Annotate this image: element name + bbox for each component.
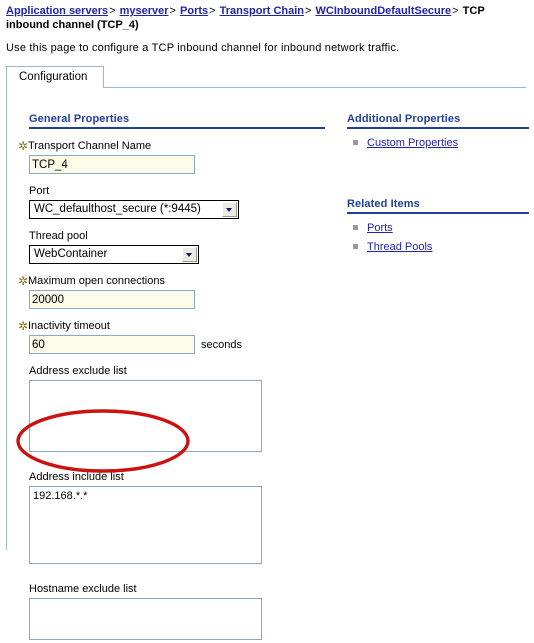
- label-inactivity-timeout: ✲Inactivity timeout: [18, 320, 329, 333]
- breadcrumb-link-myserver[interactable]: myserver: [120, 5, 169, 17]
- field-address-include-list: Address include list 192.168.*.*: [29, 471, 329, 567]
- square-bullet-icon: [353, 244, 358, 249]
- square-bullet-icon: [353, 140, 358, 145]
- breadcrumb-link-application-servers[interactable]: Application servers: [6, 5, 108, 17]
- label-address-include-list: Address include list: [29, 471, 124, 483]
- field-hostname-exclude-list: Hostname exclude list: [29, 583, 329, 643]
- breadcrumb-link-transport-chain[interactable]: Transport Chain: [220, 5, 304, 17]
- required-marker-icon: ✲: [18, 139, 29, 154]
- required-marker-icon: ✲: [18, 274, 29, 289]
- related-items-list: Ports Thread Pools: [347, 221, 533, 254]
- address-include-list-textarea[interactable]: 192.168.*.*: [29, 486, 262, 564]
- chevron-down-icon[interactable]: [222, 202, 237, 217]
- address-exclude-list-textarea[interactable]: [29, 380, 262, 452]
- label-transport-channel-name: ✲Transport Channel Name: [18, 140, 329, 153]
- breadcrumb-separator: >: [109, 5, 116, 17]
- field-address-exclude-list: Address exclude list: [29, 365, 329, 455]
- link-thread-pools[interactable]: Thread Pools: [367, 241, 432, 253]
- hostname-exclude-list-textarea[interactable]: [29, 598, 262, 640]
- list-item: Ports: [347, 221, 533, 235]
- transport-channel-name-input[interactable]: [29, 155, 195, 174]
- label-port: Port: [29, 185, 50, 197]
- breadcrumb-separator: >: [169, 5, 176, 17]
- breadcrumb-link-ports[interactable]: Ports: [180, 5, 208, 17]
- side-column: Additional Properties Custom Properties …: [347, 88, 533, 259]
- additional-properties-list: Custom Properties: [347, 136, 533, 150]
- label-thread-pool: Thread pool: [29, 230, 88, 242]
- label-text: Transport Channel Name: [28, 140, 152, 152]
- list-item: Thread Pools: [347, 240, 533, 254]
- thread-pool-select[interactable]: WebContainer: [29, 245, 199, 264]
- label-text: Inactivity timeout: [28, 320, 110, 332]
- general-properties-heading: General Properties: [29, 113, 325, 129]
- thread-pool-select-value: WebContainer: [34, 248, 108, 260]
- tab-configuration[interactable]: Configuration: [6, 66, 105, 88]
- label-address-exclude-list: Address exclude list: [29, 365, 127, 377]
- inactivity-timeout-unit: seconds: [201, 338, 242, 351]
- link-ports[interactable]: Ports: [367, 222, 393, 234]
- label-hostname-exclude-list: Hostname exclude list: [29, 583, 137, 595]
- field-inactivity-timeout: ✲Inactivity timeout seconds: [18, 320, 329, 354]
- related-items-heading: Related Items: [347, 198, 529, 214]
- general-properties-column: General Properties ✲Transport Channel Na…: [18, 88, 329, 643]
- page-description: Use this page to configure a TCP inbound…: [6, 42, 400, 54]
- square-bullet-icon: [353, 225, 358, 230]
- chevron-down-icon[interactable]: [182, 247, 197, 262]
- field-transport-channel-name: ✲Transport Channel Name: [18, 140, 329, 174]
- configuration-panel: General Properties ✲Transport Channel Na…: [6, 88, 534, 640]
- label-text: Maximum open connections: [28, 275, 165, 287]
- label-maximum-open-connections: ✲Maximum open connections: [18, 275, 329, 288]
- breadcrumb-separator: >: [452, 5, 459, 17]
- breadcrumb-separator: >: [305, 5, 312, 17]
- field-maximum-open-connections: ✲Maximum open connections: [18, 275, 329, 309]
- breadcrumb: Application servers> myserver> Ports> Tr…: [0, 0, 534, 32]
- field-thread-pool: Thread pool WebContainer: [29, 230, 329, 264]
- required-marker-icon: ✲: [18, 319, 29, 334]
- breadcrumb-link-wcinbounddefaultsecure[interactable]: WCInboundDefaultSecure: [316, 5, 452, 17]
- port-select[interactable]: WC_defaulthost_secure (*:9445): [29, 200, 239, 219]
- inactivity-timeout-input[interactable]: [29, 335, 195, 354]
- link-custom-properties[interactable]: Custom Properties: [367, 137, 458, 149]
- maximum-open-connections-input[interactable]: [29, 290, 195, 309]
- field-port: Port WC_defaulthost_secure (*:9445): [29, 185, 329, 219]
- additional-properties-heading: Additional Properties: [347, 113, 529, 129]
- tab-strip: Configuration: [6, 66, 534, 88]
- breadcrumb-separator: >: [209, 5, 216, 17]
- list-item: Custom Properties: [347, 136, 533, 150]
- port-select-value: WC_defaulthost_secure (*:9445): [34, 203, 201, 215]
